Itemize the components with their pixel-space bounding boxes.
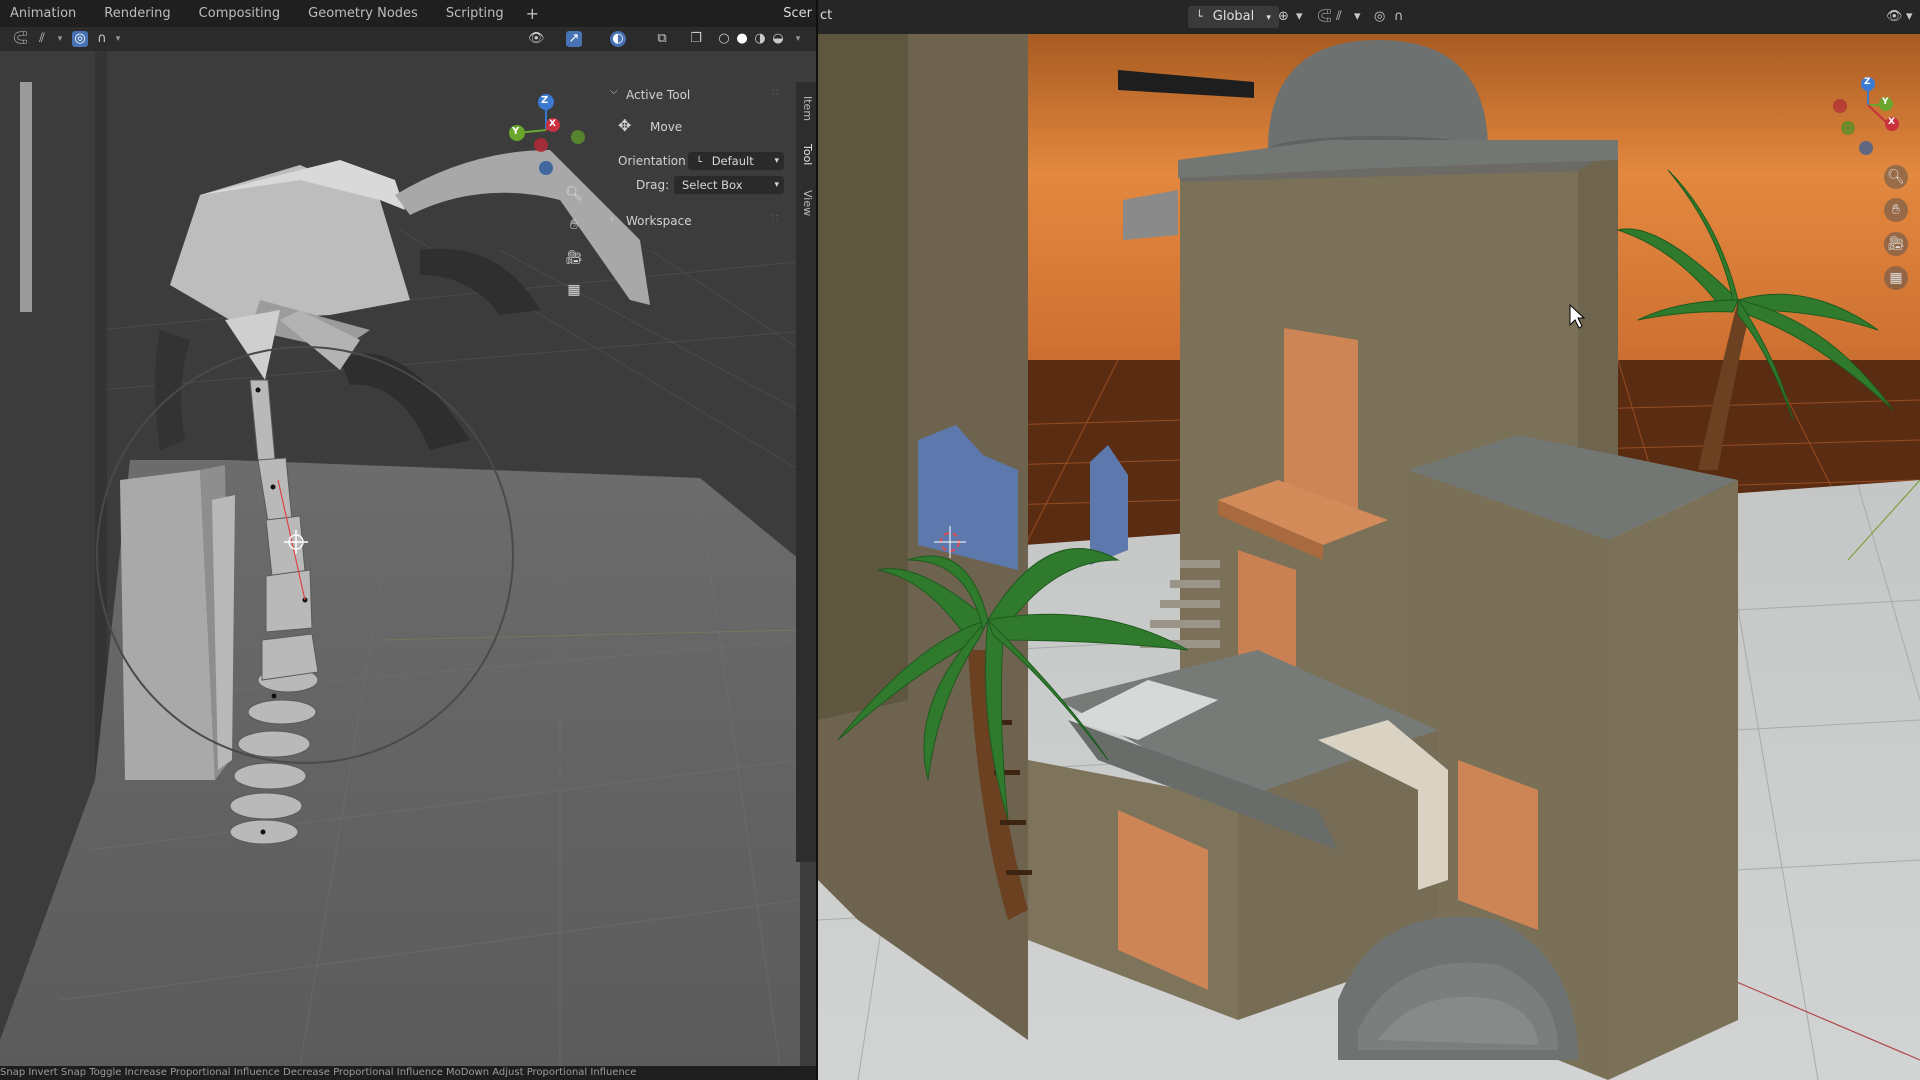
zoom-icon[interactable]: 🔍︎ [562, 182, 586, 206]
tab-scripting[interactable]: Scripting [432, 0, 518, 27]
snap-icon[interactable]: 🧲︎ [1316, 9, 1333, 24]
pivot-point-icon[interactable]: ⊕ [1278, 9, 1289, 24]
tab-compositing[interactable]: Compositing [185, 0, 295, 27]
workspace-heading[interactable]: Workspace [626, 214, 692, 228]
gizmo-z-label: Z [1864, 77, 1871, 87]
orientation-value: Default [711, 154, 754, 168]
workspace-chevron-icon[interactable]: › [610, 212, 614, 225]
wireframe-shading-icon[interactable]: ○ [716, 31, 732, 47]
chevron-down-icon[interactable]: ▾ [1906, 9, 1913, 24]
gizmo-z-label: Z [541, 95, 549, 106]
gizmo-y-label: Y [1882, 97, 1889, 107]
orientation-axis-icon: └ [1196, 10, 1203, 23]
gizmo-x-label: X [1888, 117, 1895, 127]
falloff-curve-icon[interactable]: ∩ [94, 31, 110, 47]
chevron-down-icon[interactable]: ▾ [110, 31, 126, 47]
drag-handle-icon[interactable]: ∷ [772, 213, 778, 224]
drag-label: Drag: [636, 178, 670, 192]
active-tool-chevron-icon[interactable]: ⌵ [610, 86, 618, 97]
shading-toggle-icon[interactable]: ❐ [688, 31, 704, 47]
pan-hand-icon[interactable]: ✋︎ [1884, 198, 1908, 222]
orientation-dropdown[interactable]: └ Default ▾ [688, 152, 784, 170]
add-workspace-button[interactable]: + [518, 4, 547, 23]
active-tool-heading[interactable]: Active Tool [626, 88, 690, 102]
overlay-icon[interactable]: ◐ [610, 31, 626, 47]
workspace-bar: Animation Rendering Compositing Geometry… [0, 0, 816, 27]
chevron-down-icon: ▾ [1266, 13, 1271, 23]
chevron-down-icon: ▾ [774, 180, 779, 190]
tab-view[interactable]: View [798, 190, 814, 216]
tab-rendering[interactable]: Rendering [90, 0, 184, 27]
grid-perspective-icon[interactable]: ▦ [562, 278, 586, 302]
xray-icon[interactable]: ⧉ [654, 31, 670, 47]
gizmo-toggle-icon[interactable]: ↗ [566, 31, 582, 47]
right-viewport[interactable]: Z Y X 🔍︎ ✋︎ 🎥︎ ▦ ct └ Global ▾ ⊕ ▾ 🧲︎ ⫽ … [818, 0, 1920, 1080]
camera-icon[interactable]: 🎥︎ [1884, 232, 1908, 256]
drag-handle-icon[interactable]: ∷ [772, 87, 778, 98]
tab-geometry-nodes[interactable]: Geometry Nodes [294, 0, 432, 27]
tab-item[interactable]: Item [798, 96, 814, 121]
zoom-icon[interactable]: 🔍︎ [1884, 165, 1908, 189]
rendered-shading-icon[interactable]: ◒ [770, 31, 786, 47]
visibility-eye-icon[interactable]: 👁︎ [1886, 9, 1903, 24]
visibility-eye-icon[interactable]: 👁︎ [528, 31, 545, 47]
gizmo-y-label: Y [512, 126, 520, 137]
transform-orientation-dropdown[interactable]: └ Global ▾ [1188, 6, 1279, 28]
scene-selector[interactable]: Scer [783, 0, 816, 27]
tool-name: Move [650, 120, 683, 134]
solid-shading-icon[interactable]: ● [734, 31, 750, 47]
pan-hand-icon[interactable]: ✋︎ [562, 213, 586, 237]
header-truncated-label: ct [820, 8, 833, 23]
orientation-axis-icon: └ [696, 157, 703, 168]
transform-orientation-value: Global [1212, 9, 1255, 24]
proportional-edit-icon[interactable]: ◎ [72, 31, 88, 47]
material-shading-icon[interactable]: ◑ [752, 31, 768, 47]
snap-target-icon[interactable]: ⫽ [1336, 9, 1342, 24]
drag-dropdown[interactable]: Select Box ▾ [674, 176, 784, 194]
status-bar: Snap Invert Snap Toggle Increase Proport… [0, 1066, 816, 1080]
gizmo-x-label: X [549, 119, 556, 129]
falloff-curve-icon[interactable]: ∩ [1394, 9, 1404, 24]
proportional-edit-icon[interactable]: ◎ [1374, 9, 1385, 24]
snap-icon[interactable]: 🧲︎ [12, 31, 29, 47]
grid-perspective-icon[interactable]: ▦ [1884, 266, 1908, 290]
chevron-down-icon[interactable]: ▾ [790, 31, 806, 47]
chevron-down-icon[interactable]: ▾ [52, 31, 68, 47]
left-viewport[interactable]: Z Y X 🔍︎ ✋︎ 🎥︎ ▦ Animation Rendering Com… [0, 0, 816, 1080]
sidebar-tool-panel: ⌵ Active Tool ✥ Move Orientation └ Defau… [602, 82, 792, 242]
drag-value: Select Box [682, 178, 743, 192]
chevron-down-icon[interactable]: ▾ [1296, 9, 1303, 24]
right-viewport-header: ct └ Global ▾ ⊕ ▾ 🧲︎ ⫽ ▾ ◎ ∩ 👁︎ ▾ [818, 0, 1920, 34]
snap-target-icon[interactable]: ⫽ [34, 31, 50, 47]
sidebar-tabs: Item Tool View [796, 82, 816, 862]
orientation-label: Orientation [618, 154, 686, 168]
move-tool-icon[interactable]: ✥ [618, 116, 631, 135]
chevron-down-icon[interactable]: ▾ [1354, 9, 1361, 24]
camera-icon[interactable]: 🎥︎ [562, 246, 586, 270]
tab-tool[interactable]: Tool [798, 144, 814, 165]
right-viewport-scene [818, 34, 1920, 1080]
tab-animation[interactable]: Animation [0, 0, 90, 27]
chevron-down-icon: ▾ [774, 156, 779, 166]
